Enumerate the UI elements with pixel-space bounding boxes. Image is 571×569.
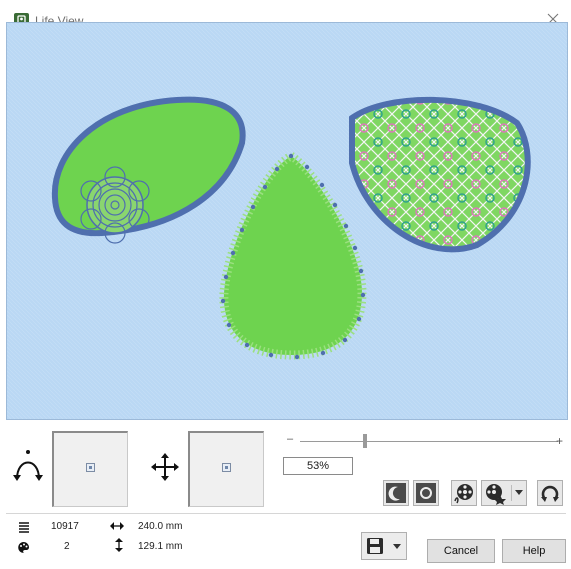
width-arrows-icon	[110, 521, 124, 534]
stitch-player-icon	[454, 484, 473, 504]
design-height: 129.1 mm	[138, 541, 183, 552]
moon-icon	[386, 483, 406, 503]
move-arrows-icon[interactable]	[148, 450, 182, 484]
height-arrows-icon	[114, 538, 124, 555]
move-preview[interactable]	[188, 431, 264, 507]
zoom-percent-field[interactable]: 53%	[283, 457, 353, 475]
zoom-out-label: –	[287, 433, 294, 445]
cancel-button[interactable]: Cancel	[427, 539, 495, 563]
life-view-canvas[interactable]	[6, 22, 568, 420]
color-palette-icon	[17, 541, 30, 557]
sun-icon	[416, 483, 436, 503]
stitch-player-options-button[interactable]	[481, 480, 527, 506]
reset-view-button[interactable]	[537, 480, 563, 506]
chevron-down-icon	[515, 490, 523, 495]
help-button[interactable]: Help	[502, 539, 566, 563]
reset-view-icon	[541, 485, 559, 502]
color-count: 2	[64, 541, 70, 552]
rotate-3d-icon[interactable]	[10, 444, 46, 484]
save-icon	[367, 538, 383, 554]
stitch-player-options-icon	[486, 484, 506, 505]
control-panel: – + 53% 10917 240.0 mm 2 129.1 mm Cancel…	[0, 420, 571, 569]
panel-divider	[6, 513, 566, 514]
embroidery-preview	[7, 23, 567, 419]
zoom-slider[interactable]	[300, 441, 558, 442]
zoom-in-label: +	[556, 434, 564, 448]
rotate-preview[interactable]	[52, 431, 128, 507]
zoom-slider-thumb[interactable]	[362, 434, 367, 448]
save-dropdown-button[interactable]	[361, 532, 407, 560]
day-mode-button[interactable]	[413, 480, 439, 506]
stitch-count: 10917	[51, 521, 79, 532]
night-mode-button[interactable]	[383, 480, 409, 506]
stitch-player-button[interactable]	[451, 480, 477, 506]
design-width: 240.0 mm	[138, 521, 183, 532]
chevron-down-icon	[393, 544, 401, 549]
stitch-count-icon	[18, 521, 30, 536]
